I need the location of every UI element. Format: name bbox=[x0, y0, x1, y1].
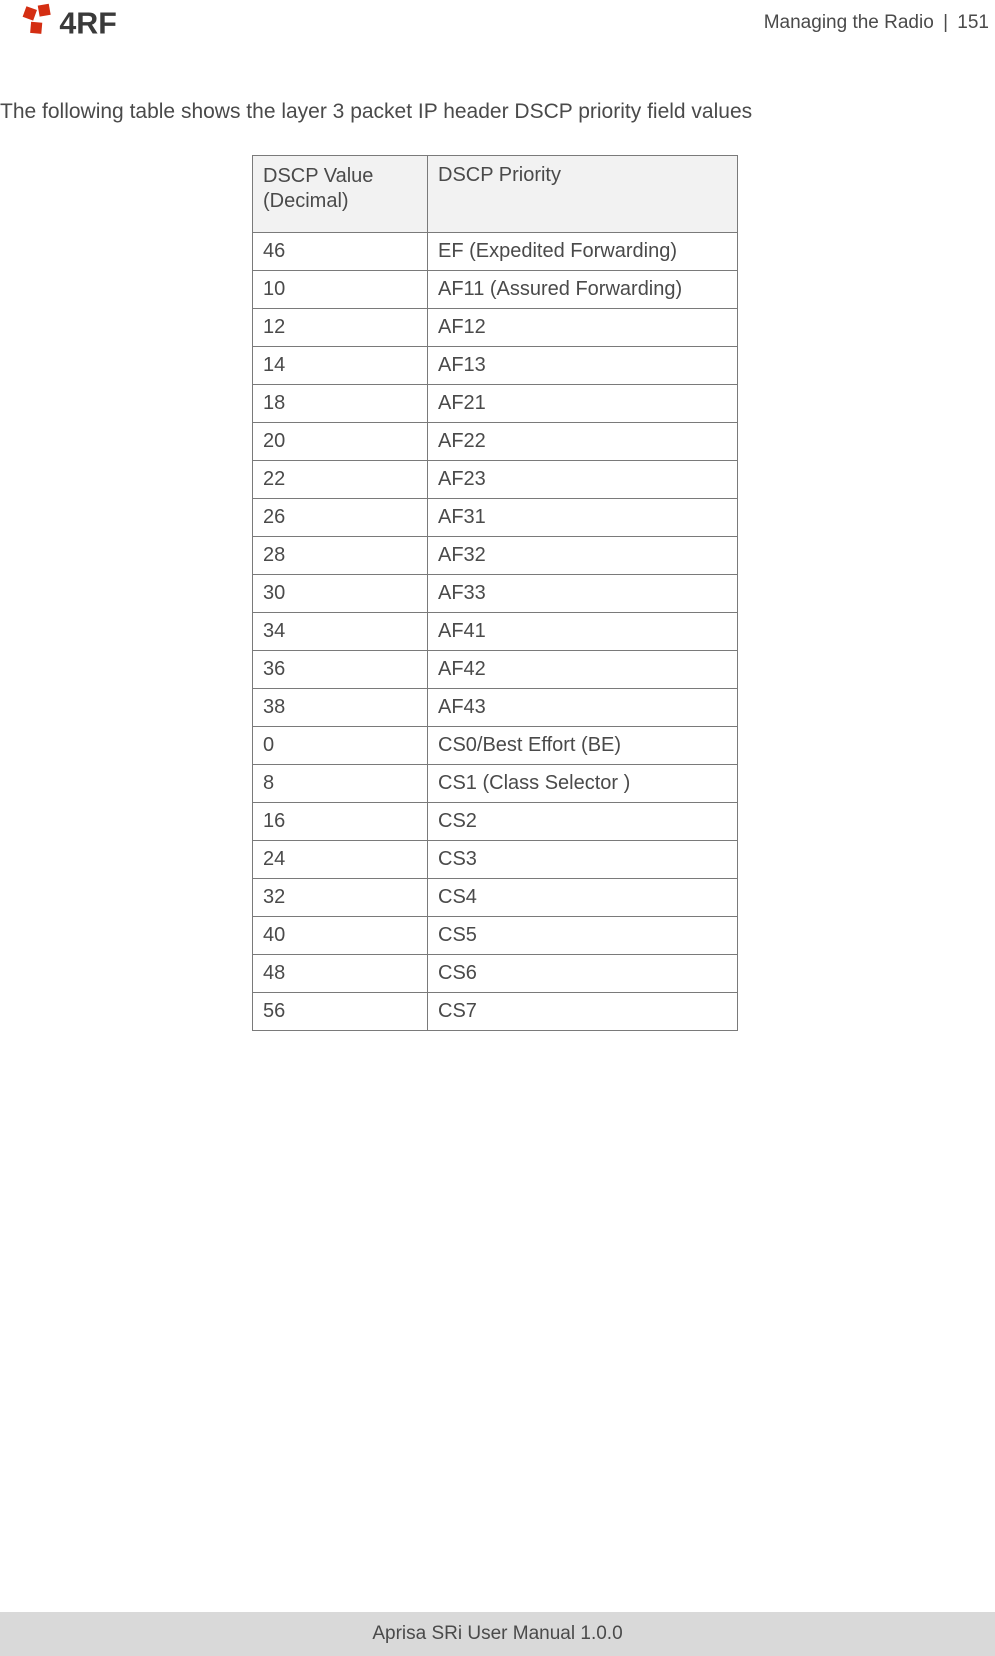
cell-value: 46 bbox=[253, 233, 428, 271]
cell-value: 24 bbox=[253, 841, 428, 879]
table-row: 32CS4 bbox=[253, 879, 738, 917]
table-row: 20AF22 bbox=[253, 423, 738, 461]
cell-value: 12 bbox=[253, 309, 428, 347]
cell-value: 14 bbox=[253, 347, 428, 385]
table-row: 40CS5 bbox=[253, 917, 738, 955]
cell-value: 10 bbox=[253, 271, 428, 309]
table-row: 48CS6 bbox=[253, 955, 738, 993]
cell-priority: AF32 bbox=[428, 537, 738, 575]
table-row: 16CS2 bbox=[253, 803, 738, 841]
table-row: 28AF32 bbox=[253, 537, 738, 575]
cell-value: 18 bbox=[253, 385, 428, 423]
table-row: 14AF13 bbox=[253, 347, 738, 385]
cell-priority: CS0/Best Effort (BE) bbox=[428, 727, 738, 765]
company-logo: 4RF bbox=[18, 0, 168, 46]
cell-value: 8 bbox=[253, 765, 428, 803]
table-header-value: DSCP Value (Decimal) bbox=[253, 156, 428, 233]
cell-value: 40 bbox=[253, 917, 428, 955]
table-header-priority: DSCP Priority bbox=[428, 156, 738, 233]
table-body: 46EF (Expedited Forwarding) 10AF11 (Assu… bbox=[253, 233, 738, 1031]
table-row: 36AF42 bbox=[253, 651, 738, 689]
logo-text: 4RF bbox=[59, 6, 116, 40]
cell-value: 26 bbox=[253, 499, 428, 537]
table-row: 56CS7 bbox=[253, 993, 738, 1031]
cell-value: 30 bbox=[253, 575, 428, 613]
cell-priority: AF11 (Assured Forwarding) bbox=[428, 271, 738, 309]
cell-priority: EF (Expedited Forwarding) bbox=[428, 233, 738, 271]
cell-priority: AF43 bbox=[428, 689, 738, 727]
cell-priority: CS4 bbox=[428, 879, 738, 917]
table-row: 0CS0/Best Effort (BE) bbox=[253, 727, 738, 765]
cell-value: 48 bbox=[253, 955, 428, 993]
table-row: 30AF33 bbox=[253, 575, 738, 613]
table-row: 18AF21 bbox=[253, 385, 738, 423]
cell-priority: CS6 bbox=[428, 955, 738, 993]
table-row: 10AF11 (Assured Forwarding) bbox=[253, 271, 738, 309]
cell-priority: AF33 bbox=[428, 575, 738, 613]
cell-value: 20 bbox=[253, 423, 428, 461]
header-section: Managing the Radio bbox=[764, 12, 934, 33]
header-page-number: 151 bbox=[957, 12, 989, 33]
cell-priority: AF21 bbox=[428, 385, 738, 423]
header-separator: | bbox=[943, 12, 948, 33]
cell-value: 34 bbox=[253, 613, 428, 651]
cell-priority: AF22 bbox=[428, 423, 738, 461]
dscp-table: DSCP Value (Decimal) DSCP Priority 46EF … bbox=[252, 155, 738, 1031]
cell-priority: AF31 bbox=[428, 499, 738, 537]
cell-value: 22 bbox=[253, 461, 428, 499]
cell-value: 28 bbox=[253, 537, 428, 575]
table-row: 12AF12 bbox=[253, 309, 738, 347]
cell-priority: AF12 bbox=[428, 309, 738, 347]
cell-value: 16 bbox=[253, 803, 428, 841]
cell-priority: AF23 bbox=[428, 461, 738, 499]
table-row: 22AF23 bbox=[253, 461, 738, 499]
cell-priority: CS3 bbox=[428, 841, 738, 879]
table-row: 38AF43 bbox=[253, 689, 738, 727]
cell-value: 36 bbox=[253, 651, 428, 689]
cell-priority: CS7 bbox=[428, 993, 738, 1031]
page: 4RF Managing the Radio | 151 The followi… bbox=[0, 0, 995, 1656]
page-header: 4RF Managing the Radio | 151 bbox=[0, 0, 995, 55]
table-row: 24CS3 bbox=[253, 841, 738, 879]
cell-priority: CS2 bbox=[428, 803, 738, 841]
cell-priority: AF42 bbox=[428, 651, 738, 689]
cell-value: 56 bbox=[253, 993, 428, 1031]
cell-priority: CS5 bbox=[428, 917, 738, 955]
cell-priority: AF41 bbox=[428, 613, 738, 651]
header-breadcrumb: Managing the Radio | 151 bbox=[764, 12, 989, 34]
table-row: 34AF41 bbox=[253, 613, 738, 651]
page-footer: Aprisa SRi User Manual 1.0.0 bbox=[0, 1612, 995, 1656]
table-row: 26AF31 bbox=[253, 499, 738, 537]
intro-text: The following table shows the layer 3 pa… bbox=[0, 100, 752, 124]
cell-value: 32 bbox=[253, 879, 428, 917]
cell-value: 0 bbox=[253, 727, 428, 765]
table-header-row: DSCP Value (Decimal) DSCP Priority bbox=[253, 156, 738, 233]
table-row: 8CS1 (Class Selector ) bbox=[253, 765, 738, 803]
cell-priority: CS1 (Class Selector ) bbox=[428, 765, 738, 803]
cell-priority: AF13 bbox=[428, 347, 738, 385]
cell-value: 38 bbox=[253, 689, 428, 727]
table-row: 46EF (Expedited Forwarding) bbox=[253, 233, 738, 271]
